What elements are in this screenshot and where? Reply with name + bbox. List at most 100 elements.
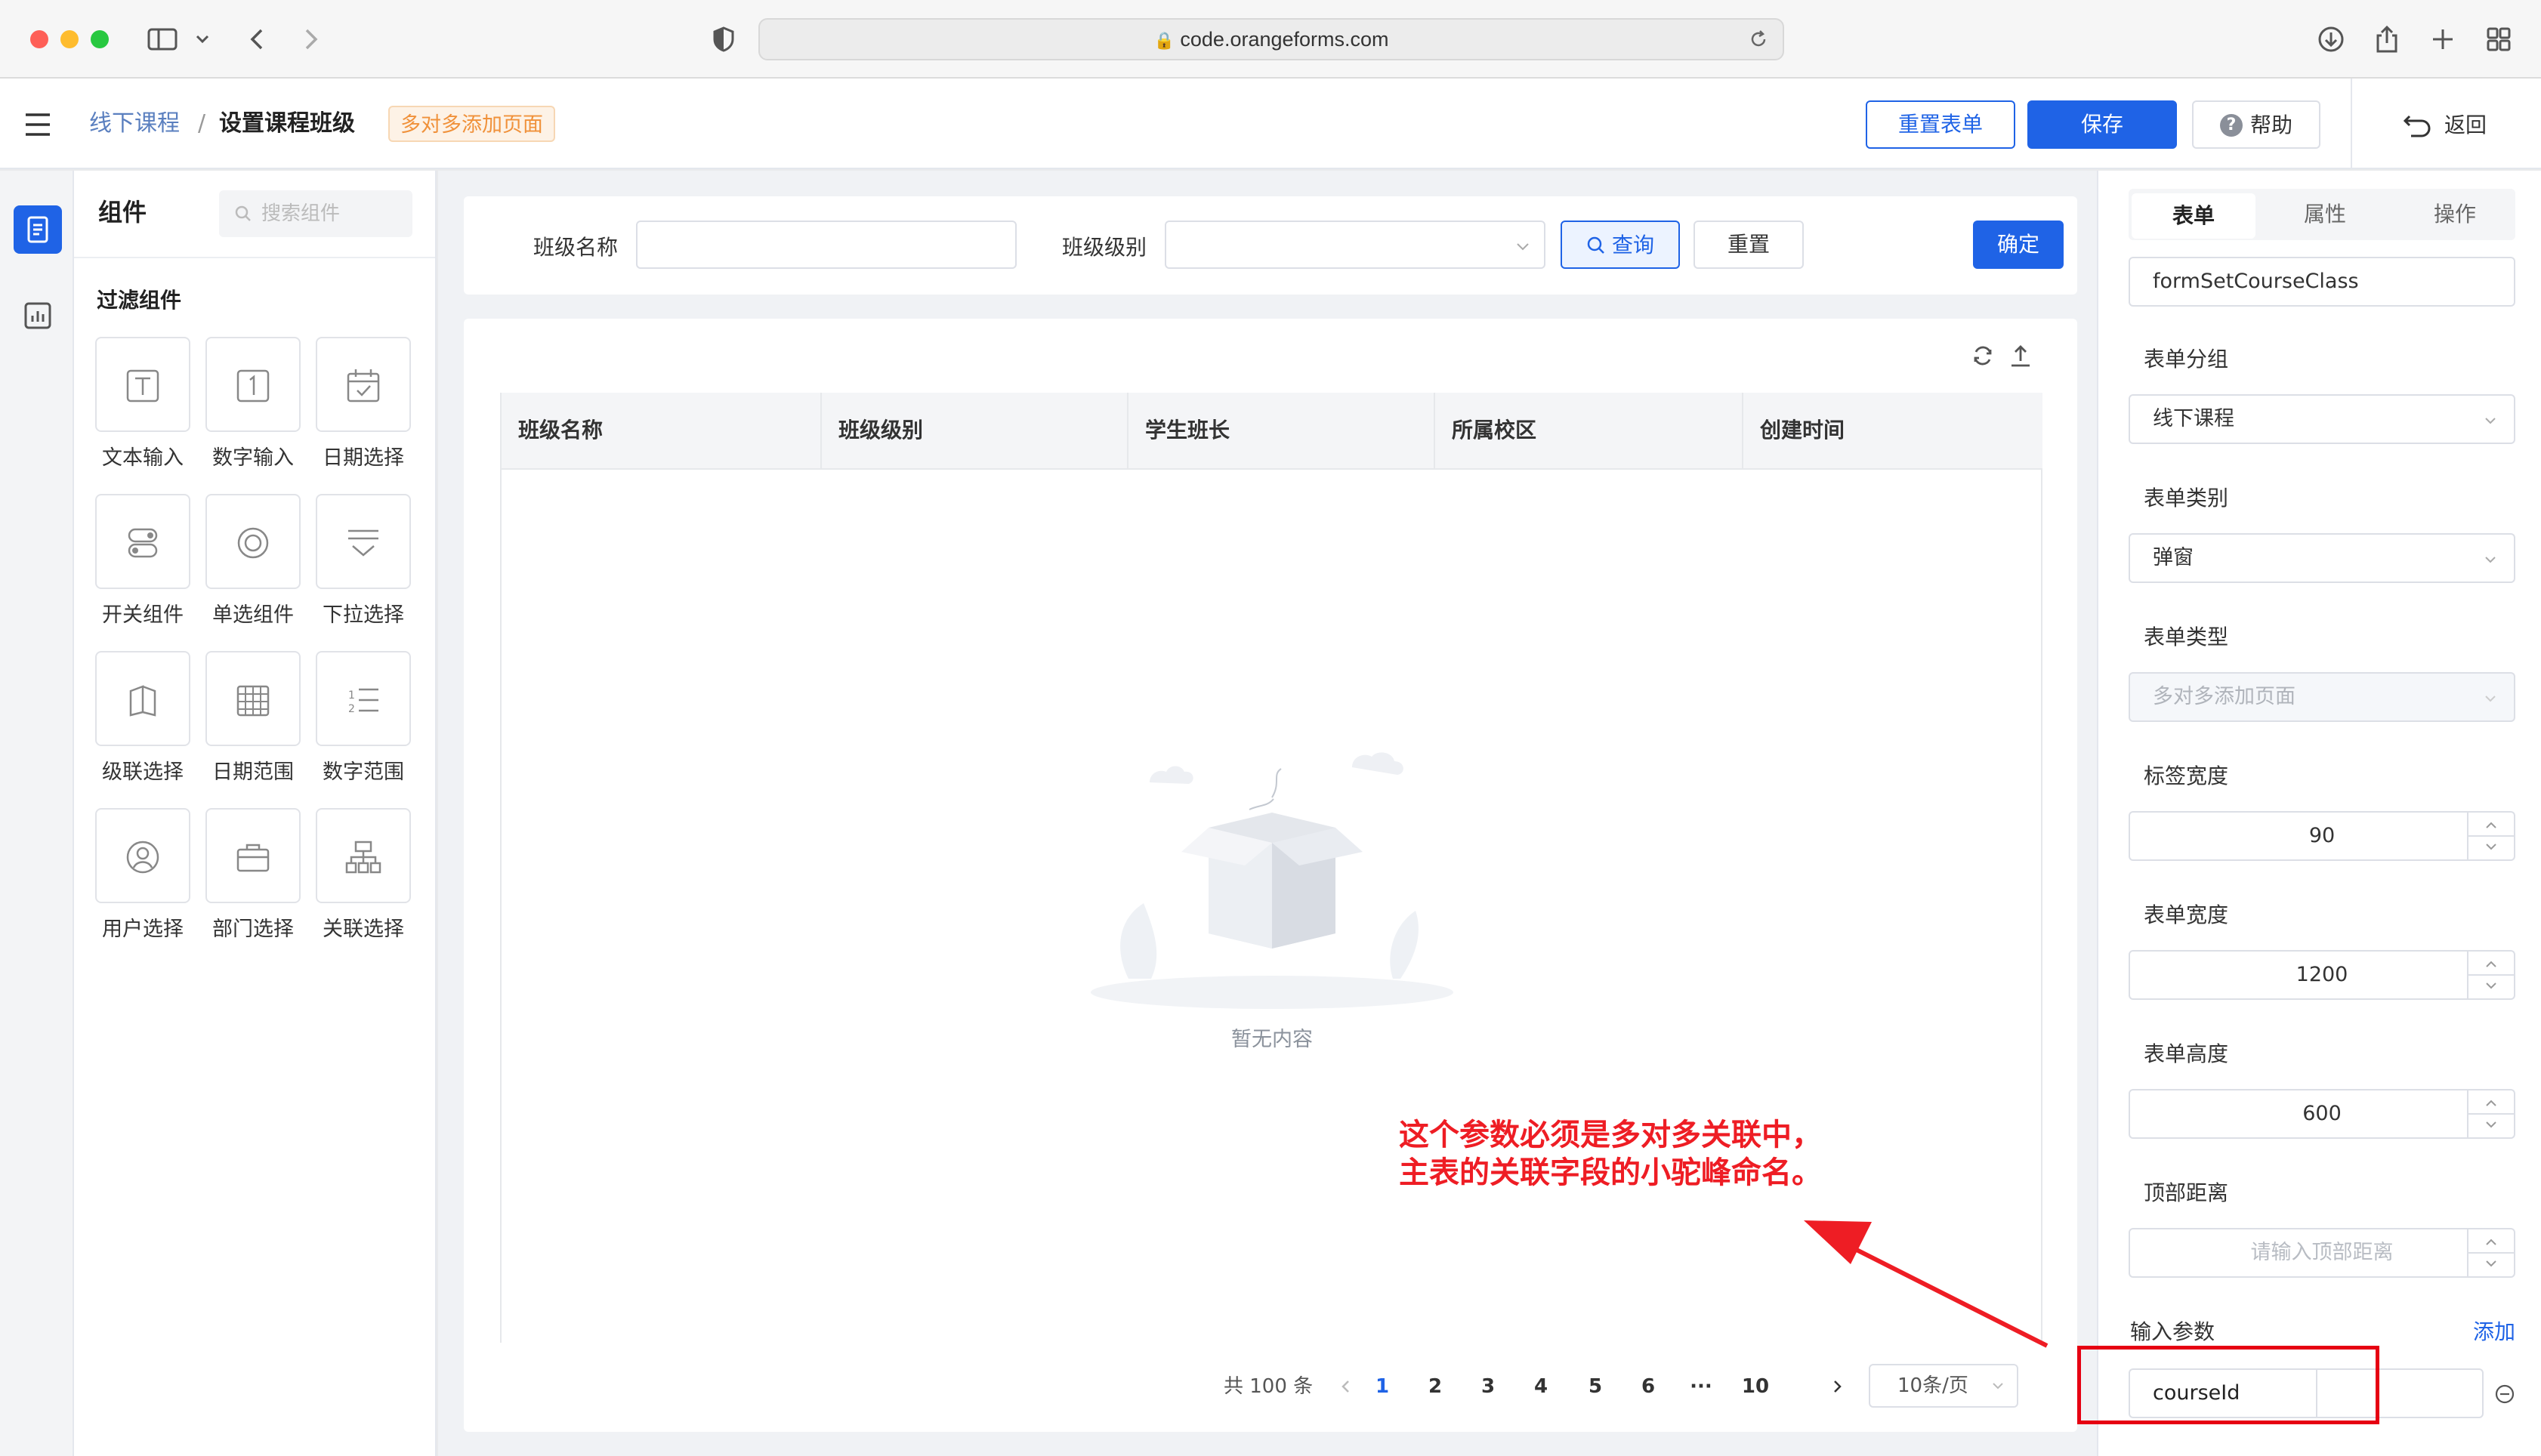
top-distance-input[interactable]: 请输入顶部距离 <box>2129 1228 2515 1278</box>
chevron-down-icon <box>2485 696 2496 702</box>
browser-toolbar: 🔒 code.orangeforms.com <box>0 0 2541 79</box>
share-icon[interactable] <box>2372 24 2402 54</box>
back-nav-icon[interactable] <box>243 24 273 54</box>
reset-form-button[interactable]: 重置表单 <box>1866 100 2015 149</box>
address-bar[interactable]: 🔒 code.orangeforms.com <box>758 18 1784 60</box>
form-design-tab[interactable] <box>14 205 62 254</box>
column-header-created[interactable]: 创建时间 <box>1743 393 2042 468</box>
confirm-button[interactable]: 确定 <box>1973 221 2064 269</box>
breadcrumb-root[interactable]: 线下课程 <box>89 109 180 139</box>
menu-icon[interactable] <box>23 112 53 137</box>
remove-param-icon[interactable] <box>2494 1384 2515 1405</box>
page-number[interactable]: 1 <box>1367 1371 1397 1402</box>
page-number[interactable]: 6 <box>1633 1371 1663 1402</box>
chevron-down-icon <box>2485 418 2496 424</box>
query-label: 查询 <box>1611 233 1654 258</box>
tab-overview-icon[interactable] <box>2484 24 2514 54</box>
component-tile-text-input[interactable] <box>95 337 190 432</box>
reset-filter-button[interactable]: 重置 <box>1693 221 1804 269</box>
component-tile-switch[interactable] <box>95 494 190 589</box>
component-tile-date-range[interactable] <box>205 651 301 746</box>
privacy-shield-icon[interactable] <box>709 24 739 54</box>
label-width-input[interactable]: 90 <box>2129 811 2515 861</box>
export-icon[interactable] <box>2008 343 2033 369</box>
filter-card: 班级名称 班级级别 查询 重置 确定 <box>464 196 2077 295</box>
component-tile-user-select[interactable] <box>95 808 190 903</box>
lock-icon: 🔒 <box>1153 31 1175 50</box>
form-width-value: 1200 <box>2296 963 2348 986</box>
dropdown-icon <box>348 529 378 557</box>
page-number[interactable]: 2 <box>1420 1371 1450 1402</box>
class-level-select[interactable] <box>1165 221 1545 269</box>
empty-box-illustration <box>1083 752 1461 1009</box>
component-search-input[interactable]: 搜索组件 <box>219 190 412 237</box>
help-button[interactable]: ? 帮助 <box>2192 100 2320 149</box>
form-height-stepper[interactable] <box>2467 1090 2514 1137</box>
form-height-input[interactable]: 600 <box>2129 1089 2515 1139</box>
page-number[interactable]: 5 <box>1580 1371 1610 1402</box>
url-text: 🔒 code.orangeforms.com <box>760 20 1783 59</box>
class-name-input[interactable] <box>636 221 1017 269</box>
component-tile-relation-select[interactable] <box>316 808 411 903</box>
form-name-input[interactable]: formSetCourseClass <box>2129 257 2515 307</box>
tab-actions[interactable]: 操作 <box>2391 192 2518 237</box>
undo-icon <box>2402 112 2434 139</box>
pagination-ellipsis[interactable]: ··· <box>1686 1371 1716 1402</box>
form-group-select[interactable]: 线下课程 <box>2129 394 2515 444</box>
column-header-campus[interactable]: 所属校区 <box>1435 393 1743 468</box>
chart-icon <box>24 302 51 329</box>
new-tab-icon[interactable] <box>2428 24 2458 54</box>
download-icon[interactable] <box>2316 24 2346 54</box>
column-header-class-name[interactable]: 班级名称 <box>502 393 822 468</box>
close-window-button[interactable] <box>30 30 48 48</box>
component-label: 日期范围 <box>212 760 294 784</box>
top-distance-stepper[interactable] <box>2467 1229 2514 1276</box>
component-tile-radio[interactable] <box>205 494 301 589</box>
date-range-icon <box>236 685 270 717</box>
search-icon <box>235 205 251 221</box>
component-tile-dept-select[interactable] <box>205 808 301 903</box>
page-number[interactable]: 10 <box>1740 1371 1771 1402</box>
chevron-down-icon <box>2485 557 2496 563</box>
tab-form[interactable]: 表单 <box>2132 193 2255 239</box>
back-button[interactable]: 返回 <box>2402 108 2487 141</box>
sidebar-toggle-icon[interactable] <box>147 24 178 54</box>
refresh-icon[interactable] <box>1970 343 1996 369</box>
panel-title: 组件 <box>98 198 147 227</box>
form-type-select: 多对多添加页面 <box>2129 672 2515 722</box>
component-tile-number-input[interactable] <box>205 337 301 432</box>
form-width-stepper[interactable] <box>2467 952 2514 998</box>
minimize-window-button[interactable] <box>60 30 79 48</box>
save-button[interactable]: 保存 <box>2027 100 2177 149</box>
reload-icon[interactable] <box>1748 29 1769 50</box>
chart-design-tab[interactable] <box>14 292 62 340</box>
page-number[interactable]: 4 <box>1526 1371 1556 1402</box>
prev-page-icon[interactable] <box>1332 1371 1360 1402</box>
component-tile-dropdown[interactable] <box>316 494 411 589</box>
query-button[interactable]: 查询 <box>1561 221 1680 269</box>
number-input-icon <box>236 369 270 403</box>
chevron-down-icon[interactable] <box>193 24 211 54</box>
chevron-down-icon <box>1517 243 1529 251</box>
form-category-select[interactable]: 弹窗 <box>2129 533 2515 583</box>
label-width-stepper[interactable] <box>2467 813 2514 859</box>
forward-nav-icon[interactable] <box>295 24 325 54</box>
page-size-select[interactable]: 10条/页 <box>1869 1364 2018 1408</box>
pagination-total: 共 100 条 <box>1224 1375 1314 1398</box>
tab-attributes[interactable]: 属性 <box>2262 192 2388 237</box>
stepper-arrows-icon <box>2468 822 2514 850</box>
help-icon: ? <box>2219 114 2243 137</box>
next-page-icon[interactable] <box>1823 1371 1851 1402</box>
add-param-link[interactable]: 添加 <box>2473 1316 2515 1346</box>
component-panel: 组件 搜索组件 过滤组件 文本输入 数字输入 日期选择 开关组件 单选组件 下拉选择 级联选… <box>74 171 437 1456</box>
component-tile-date-picker[interactable] <box>316 337 411 432</box>
column-header-monitor[interactable]: 学生班长 <box>1128 393 1435 468</box>
component-tile-cascader[interactable] <box>95 651 190 746</box>
page-number[interactable]: 3 <box>1473 1371 1503 1402</box>
data-table: 班级名称 班级级别 学生班长 所属校区 创建时间 暂无内容 <box>500 393 2042 1343</box>
number-range-icon: 12 <box>348 688 378 715</box>
zoom-window-button[interactable] <box>91 30 109 48</box>
component-tile-number-range[interactable]: 12 <box>316 651 411 746</box>
form-width-input[interactable]: 1200 <box>2129 950 2515 1000</box>
column-header-class-level[interactable]: 班级级别 <box>822 393 1128 468</box>
